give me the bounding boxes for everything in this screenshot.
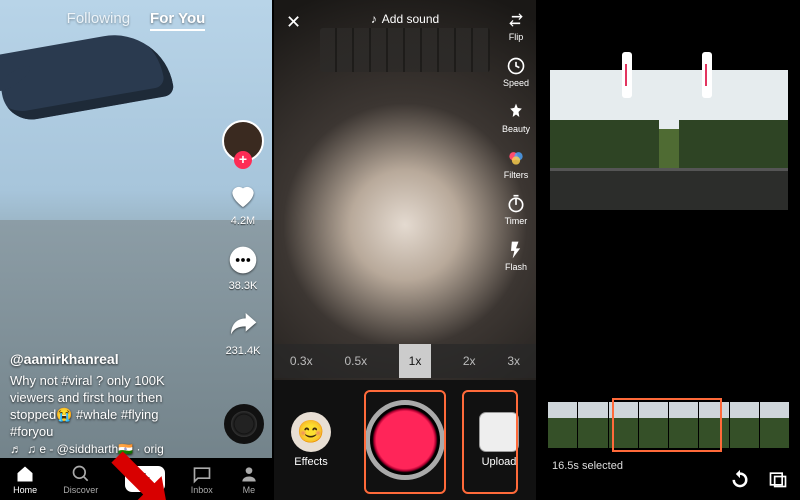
highlight-upload <box>462 390 518 494</box>
effects-button[interactable]: 😊 Effects <box>291 412 331 468</box>
highlight-selection <box>612 398 722 452</box>
sound-row[interactable]: ♬ ♫ e - @siddharth🇮🇳 · orig <box>10 442 164 456</box>
author-handle[interactable]: @aamirkhanreal <box>10 351 202 368</box>
camera-screen: ✕ ♪ Add sound Flip Speed Beauty Filters … <box>274 0 536 500</box>
speed-button[interactable]: Speed <box>503 56 529 88</box>
zoom-selector[interactable]: 0.3x 0.5x 1x 2x 3x <box>274 344 536 378</box>
zoom-3x[interactable]: 3x <box>507 354 520 368</box>
share-button[interactable]: 231.4K <box>226 308 261 357</box>
add-sound-button[interactable]: ♪ Add sound <box>371 12 439 26</box>
sound-label: ♫ e - @siddharth🇮🇳 · orig <box>27 442 164 456</box>
nav-discover[interactable]: Discover <box>63 464 98 495</box>
feed-screen: Following For You 4.2M 38.3K 231.4K @aam… <box>0 0 272 500</box>
video-caption: Why not #viral ? only 100K viewers and f… <box>10 372 202 440</box>
timer-button[interactable]: Timer <box>505 194 528 226</box>
music-note-icon: ♪ <box>371 12 377 26</box>
music-note-icon: ♬ <box>10 442 22 456</box>
like-count: 4.2M <box>231 215 255 227</box>
beauty-button[interactable]: Beauty <box>502 102 530 134</box>
comment-icon <box>226 243 260 277</box>
nav-home[interactable]: Home <box>13 464 37 495</box>
like-button[interactable]: 4.2M <box>226 178 260 227</box>
rotate-button[interactable] <box>730 469 750 494</box>
zoom-0.3x[interactable]: 0.3x <box>290 354 313 368</box>
effects-icon: 😊 <box>291 412 331 452</box>
video-preview <box>550 70 788 210</box>
filters-button[interactable]: Filters <box>504 148 529 180</box>
nav-me[interactable]: Me <box>239 464 259 495</box>
comment-count: 38.3K <box>229 280 258 292</box>
author-avatar[interactable] <box>222 120 264 162</box>
trim-handle-left[interactable] <box>622 52 632 98</box>
nav-inbox[interactable]: Inbox <box>191 464 213 495</box>
trim-handle-right[interactable] <box>702 52 712 98</box>
tab-following[interactable]: Following <box>67 10 130 31</box>
close-button[interactable]: ✕ <box>286 12 301 33</box>
flip-button[interactable]: Flip <box>506 10 526 42</box>
share-icon <box>226 308 260 342</box>
zoom-2x[interactable]: 2x <box>463 354 476 368</box>
sound-disc[interactable] <box>224 404 264 444</box>
comment-button[interactable]: 38.3K <box>226 243 260 292</box>
zoom-1x[interactable]: 1x <box>399 344 431 378</box>
whale-graphic <box>0 26 175 124</box>
share-count: 231.4K <box>226 345 261 357</box>
zoom-0.5x[interactable]: 0.5x <box>344 354 367 368</box>
aspect-button[interactable] <box>768 469 788 494</box>
duration-label: 16.5s selected <box>552 460 623 472</box>
tab-foryou[interactable]: For You <box>150 10 205 31</box>
highlight-record <box>364 390 446 494</box>
heart-icon <box>226 178 260 212</box>
trim-screen: 16.5s selected <box>538 0 800 500</box>
flash-button[interactable]: Flash <box>505 240 527 272</box>
